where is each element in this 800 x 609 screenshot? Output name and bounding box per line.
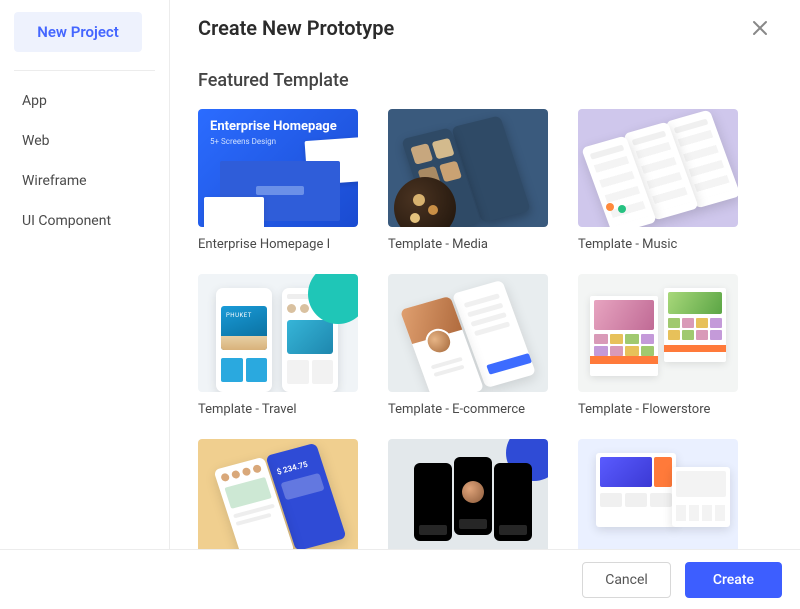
template-label: Template - Travel: [198, 402, 358, 417]
modal-title: Create New Prototype: [198, 16, 394, 40]
sidebar-item-wireframe[interactable]: Wireframe: [14, 161, 155, 201]
cancel-button[interactable]: Cancel: [582, 562, 671, 598]
template-card-7[interactable]: $ 234.75: [198, 439, 358, 549]
close-button[interactable]: [748, 16, 772, 40]
templates-grid: Enterprise Homepage 5+ Screens Design En…: [198, 109, 772, 549]
sidebar: New Project App Web Wireframe UI Compone…: [0, 0, 170, 549]
main-panel: Create New Prototype Featured Template E…: [170, 0, 800, 549]
template-thumbnail: [578, 439, 738, 549]
thumb-tag: PHUKET: [226, 312, 252, 319]
template-card-ecommerce[interactable]: Template - E-commerce: [388, 274, 548, 417]
template-label: Enterprise Homepage I: [198, 237, 358, 252]
template-thumbnail: [578, 274, 738, 392]
template-thumbnail: [388, 439, 548, 549]
template-thumbnail: [388, 274, 548, 392]
template-card-music[interactable]: Template - Music: [578, 109, 738, 252]
template-card-media[interactable]: Template - Media: [388, 109, 548, 252]
template-label: Template - Flowerstore: [578, 402, 738, 417]
modal-footer: Cancel Create: [0, 549, 800, 609]
template-card-enterprise[interactable]: Enterprise Homepage 5+ Screens Design En…: [198, 109, 358, 252]
sidebar-item-web[interactable]: Web: [14, 121, 155, 161]
template-card-9[interactable]: [578, 439, 738, 549]
thumb-subtext: 5+ Screens Design: [210, 137, 276, 146]
sidebar-item-app[interactable]: App: [14, 81, 155, 121]
template-card-8[interactable]: [388, 439, 548, 549]
create-button[interactable]: Create: [685, 562, 782, 598]
template-thumbnail: PHUKET: [198, 274, 358, 392]
template-thumbnail: [578, 109, 738, 227]
template-label: Template - Media: [388, 237, 548, 252]
sidebar-item-ui-component[interactable]: UI Component: [14, 201, 155, 241]
template-card-flowerstore[interactable]: Template - Flowerstore: [578, 274, 738, 417]
section-title-featured: Featured Template: [198, 70, 772, 91]
template-thumbnail: Enterprise Homepage 5+ Screens Design: [198, 109, 358, 227]
template-label: Template - Music: [578, 237, 738, 252]
new-project-button[interactable]: New Project: [14, 12, 142, 52]
create-prototype-modal: New Project App Web Wireframe UI Compone…: [0, 0, 800, 609]
sidebar-list: App Web Wireframe UI Component: [14, 81, 155, 241]
template-card-travel[interactable]: PHUKET Template - Travel: [198, 274, 358, 417]
thumb-headline: Enterprise Homepage: [210, 119, 337, 134]
template-thumbnail: $ 234.75: [198, 439, 358, 549]
template-thumbnail: [388, 109, 548, 227]
close-icon: [752, 20, 768, 36]
thumb-amount: $ 234.75: [276, 460, 309, 477]
sidebar-divider: [14, 70, 155, 71]
template-label: Template - E-commerce: [388, 402, 548, 417]
